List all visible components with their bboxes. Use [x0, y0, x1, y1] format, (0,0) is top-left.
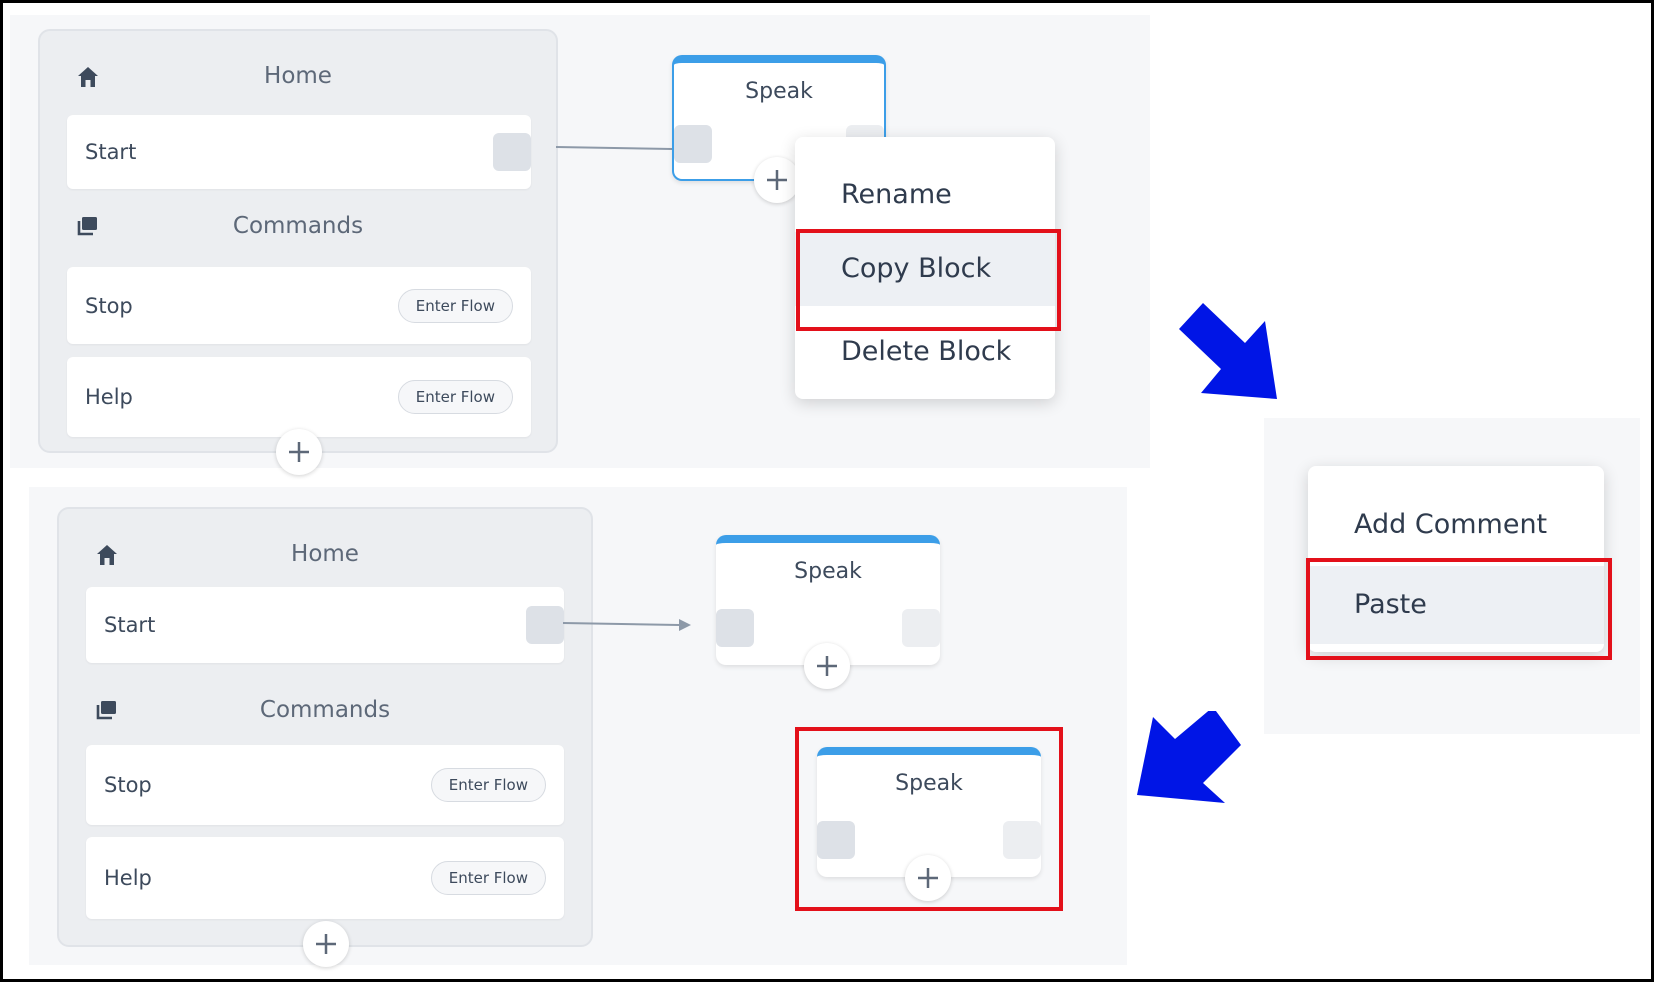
flow-arrow-down-right	[1179, 303, 1277, 399]
speak-input-port[interactable]	[674, 125, 712, 163]
start-row[interactable]: Start	[86, 587, 564, 663]
speak-block-title: Speak	[745, 79, 813, 104]
add-command-button[interactable]	[303, 921, 349, 967]
start-output-port[interactable]	[526, 606, 564, 644]
plus-icon	[767, 170, 787, 190]
command-label: Stop	[104, 773, 152, 797]
speak-output-port[interactable]	[902, 609, 940, 647]
commands-header: Commands	[59, 689, 591, 729]
command-row-help[interactable]: Help Enter Flow	[86, 837, 564, 919]
home-title: Home	[264, 63, 332, 89]
flow-canvas-bottom[interactable]: Home Start Commands Stop Enter Flow Help…	[29, 487, 1127, 967]
commands-title: Commands	[232, 213, 364, 239]
enter-flow-button[interactable]: Enter Flow	[430, 768, 546, 802]
command-label: Stop	[85, 293, 133, 318]
home-title: Home	[291, 541, 359, 567]
start-label: Start	[85, 140, 137, 164]
enter-flow-button[interactable]: Enter Flow	[430, 861, 546, 895]
copy-block-highlight	[796, 229, 1061, 331]
menu-item-rename[interactable]: Rename	[795, 172, 1055, 218]
home-panel: Home Start Commands Stop Enter Flow Help…	[57, 507, 593, 967]
speak-input-port[interactable]	[716, 609, 754, 647]
enter-flow-button[interactable]: Enter Flow	[397, 380, 513, 414]
command-row-stop[interactable]: Stop Enter Flow	[67, 267, 531, 344]
enter-flow-button[interactable]: Enter Flow	[397, 288, 513, 323]
canvas-context-area[interactable]: Add Comment Paste	[1264, 418, 1640, 734]
plus-icon	[316, 934, 336, 954]
command-row-help[interactable]: Help Enter Flow	[67, 357, 531, 437]
add-speak-button[interactable]	[754, 157, 800, 203]
start-connector	[563, 619, 691, 631]
home-panel: Home Start Commands Stop Enter Flow Help…	[38, 29, 558, 475]
start-output-port[interactable]	[493, 133, 531, 171]
home-header: Home	[59, 533, 591, 573]
menu-item-delete-block[interactable]: Delete Block	[795, 329, 1055, 375]
paste-highlight	[1306, 558, 1612, 660]
home-header: Home	[40, 55, 556, 95]
command-row-stop[interactable]: Stop Enter Flow	[86, 745, 564, 825]
plus-icon	[289, 442, 309, 462]
add-command-button[interactable]	[276, 429, 322, 475]
pasted-block-highlight	[795, 727, 1063, 911]
start-label: Start	[104, 613, 156, 637]
flow-arrow-down-left	[1137, 711, 1241, 803]
command-label: Help	[85, 385, 133, 409]
start-connector	[556, 143, 684, 155]
start-row[interactable]: Start	[67, 115, 531, 189]
screenshot-frame: Home Start Commands Stop Enter Flow Help…	[0, 0, 1654, 982]
plus-icon	[817, 656, 837, 676]
commands-title: Commands	[259, 697, 391, 723]
add-speak-button[interactable]	[804, 643, 850, 689]
command-label: Help	[104, 866, 152, 890]
flow-canvas-top[interactable]: Home Start Commands Stop Enter Flow Help…	[10, 15, 1150, 475]
commands-header: Commands	[40, 205, 556, 245]
menu-item-add-comment[interactable]: Add Comment	[1308, 502, 1604, 548]
speak-block-title: Speak	[794, 559, 862, 584]
